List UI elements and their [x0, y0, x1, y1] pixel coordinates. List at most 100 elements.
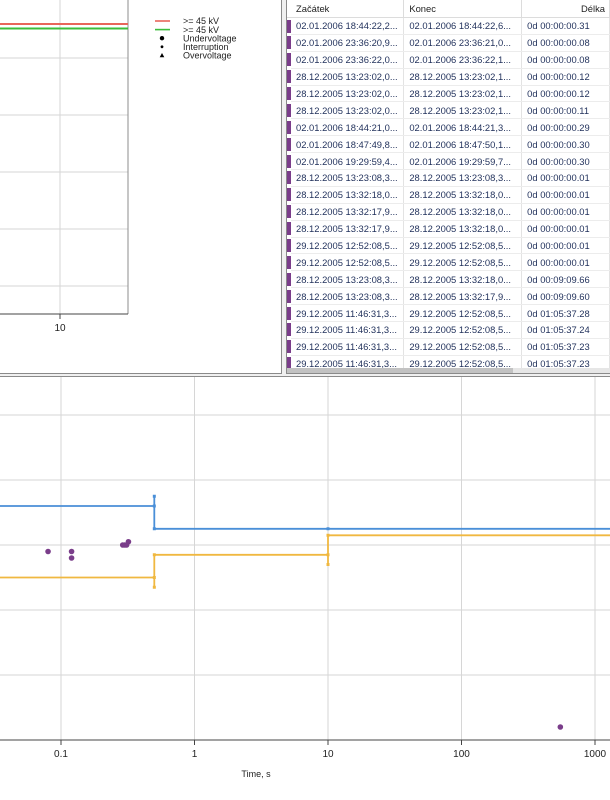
cell-start: 28.12.2005 13:32:18,0... — [291, 186, 405, 204]
scrollbar-thumb[interactable] — [287, 368, 514, 373]
events-table-header: Začátek Konec Délka — [287, 0, 610, 18]
table-row[interactable]: 28.12.2005 13:23:08,3... 28.12.2005 13:23… — [287, 169, 610, 187]
cell-start: 02.01.2006 18:47:49,8... — [291, 135, 405, 154]
cell-start: 28.12.2005 13:23:02,0... — [291, 85, 405, 103]
step-curve-1 — [0, 496, 610, 530]
legend-marker-circle — [159, 36, 165, 41]
cell-duration: 0d 00:09:09.66 — [521, 270, 610, 289]
cell-start: 29.12.2005 12:52:08,5... — [291, 237, 405, 255]
step-vertex-marker — [152, 504, 156, 508]
cell-end: 29.12.2005 12:52:08,5... — [403, 338, 523, 356]
table-row[interactable]: 02.01.2006 23:36:22,0... 02.01.2006 23:36… — [287, 51, 610, 69]
table-row[interactable]: 28.12.2005 13:23:02,0... 28.12.2005 13:23… — [287, 68, 610, 86]
table-row[interactable]: 02.01.2006 18:44:22,2... 02.01.2006 18:44… — [287, 17, 610, 35]
table-row[interactable]: 29.12.2005 11:46:31,3...29.12.2005 12:52… — [287, 304, 610, 323]
cell-end: 28.12.2005 13:23:08,3... — [403, 169, 523, 187]
table-row[interactable]: 29.12.2005 12:52:08,5... 29.12.2005 12:52… — [287, 237, 610, 255]
event-point — [557, 724, 564, 730]
cell-duration: 0d 00:00:00.01 — [521, 237, 610, 255]
legend-marker-dot — [160, 45, 164, 49]
cell-duration: 0d 00:00:00.29 — [521, 118, 610, 137]
cell-end: 02.01.2006 23:36:22,1... — [403, 51, 523, 69]
cell-start: 02.01.2006 23:36:20,9... — [291, 34, 405, 52]
table-row[interactable]: 28.12.2005 13:32:18,0... 28.12.2005 13:32… — [287, 186, 610, 204]
cell-start: 02.01.2006 19:29:59,4... — [291, 152, 405, 171]
table-row[interactable]: 28.12.2005 13:23:08,3... 28.12.2005 13:32… — [287, 270, 610, 289]
cell-duration: 0d 00:00:00.01 — [521, 169, 610, 187]
table-row[interactable]: 02.01.2006 23:36:20,9... 02.01.2006 23:36… — [287, 34, 610, 52]
table-row[interactable]: 28.12.2005 13:32:17,9... 28.12.2005 13:32… — [287, 203, 610, 221]
cell-duration: 0d 00:00:00.01 — [521, 186, 610, 204]
cell-duration: 0d 00:00:00.01 — [521, 220, 610, 238]
column-header-start[interactable]: Začátek — [291, 0, 405, 18]
cell-duration: 0d 00:00:00.01 — [521, 203, 610, 221]
cell-end: 28.12.2005 13:23:02,1... — [403, 101, 523, 120]
cell-start: 28.12.2005 13:32:17,9... — [291, 203, 405, 221]
cell-end: 28.12.2005 13:32:18,0... — [403, 220, 523, 238]
table-row[interactable]: 02.01.2006 19:29:59,4... 02.01.2006 19:29… — [287, 152, 610, 171]
column-header-end[interactable]: Konec — [403, 0, 523, 18]
cell-start: 29.12.2005 11:46:31,3... — [291, 304, 405, 323]
cell-end: 29.12.2005 12:52:08,5... — [403, 253, 523, 272]
cell-duration: 0d 00:09:09.60 — [521, 287, 610, 306]
cell-start: 28.12.2005 13:32:17,9... — [291, 220, 405, 238]
cell-end: 28.12.2005 13:23:02,1... — [403, 68, 523, 86]
cell-duration: 0d 00:00:00.08 — [521, 34, 610, 52]
table-row[interactable]: 28.12.2005 13:23:08,3... 28.12.2005 13:32… — [287, 287, 610, 306]
events-table: Začátek Konec Délka 02.01.2006 18:44:22,… — [287, 0, 610, 373]
cell-duration: 0d 01:05:37.28 — [521, 304, 610, 323]
cell-end: 28.12.2005 13:32:18,0... — [403, 186, 523, 204]
cell-start: 29.12.2005 11:46:31,3... — [291, 338, 405, 356]
cell-end: 02.01.2006 18:44:22,6... — [403, 17, 523, 35]
cell-duration: 0d 00:00:00.30 — [521, 152, 610, 171]
event-point — [68, 548, 75, 555]
column-header-duration[interactable]: Délka — [521, 0, 610, 18]
cell-end: 28.12.2005 13:32:17,9... — [403, 287, 523, 306]
step-vertex-marker — [326, 527, 330, 531]
event-point — [68, 555, 75, 561]
table-row[interactable]: 28.12.2005 13:23:02,0... 28.12.2005 13:23… — [287, 101, 610, 120]
cell-end: 28.12.2005 13:32:18,0... — [403, 203, 523, 221]
cell-end: 28.12.2005 13:32:18,0... — [403, 270, 523, 289]
cell-end: 02.01.2006 19:29:59,7... — [403, 152, 523, 171]
cell-duration: 0d 00:00:00.01 — [521, 253, 610, 272]
step-vertex-marker — [152, 494, 156, 498]
cell-start: 02.01.2006 23:36:22,0... — [291, 51, 405, 69]
table-row[interactable]: 29.12.2005 11:46:31,3...29.12.2005 12:52… — [287, 321, 610, 339]
cell-end: 28.12.2005 13:23:02,1... — [403, 85, 523, 103]
step-curve-2 — [0, 534, 610, 588]
cell-start: 29.12.2005 11:46:31,3... — [291, 321, 405, 339]
cell-duration: 0d 00:00:00.08 — [521, 51, 610, 69]
cell-duration: 0d 00:00:00.30 — [521, 135, 610, 154]
event-point — [125, 538, 132, 545]
table-row[interactable]: 02.01.2006 18:44:21,0... 02.01.2006 18:44… — [287, 118, 610, 137]
step-vertex-marker — [152, 585, 156, 589]
cell-end: 29.12.2005 12:52:08,5... — [403, 237, 523, 255]
cell-duration: 0d 00:00:00.31 — [521, 17, 610, 35]
voltage-threshold-chart: 10>= 45 kV>= 45 kVUndervoltageInterrupti… — [0, 0, 237, 334]
step-vertex-marker — [152, 576, 156, 579]
cell-duration: 0d 01:05:37.24 — [521, 321, 610, 339]
x-tick-label: 1000 — [584, 749, 607, 760]
cell-duration: 0d 00:00:00.12 — [521, 68, 610, 86]
voltage-threshold-chart-panel: 10 >= 45 kV >= 45 kV Undervoltage Interrupti… — [0, 0, 282, 374]
x-tick-label: 100 — [453, 749, 470, 760]
x-tick-label: 0.1 — [54, 749, 68, 760]
duration-chart-panel: 0.1 1 10 100 1000 Time, s — [0, 376, 610, 800]
table-row[interactable]: 29.12.2005 12:52:08,5... 29.12.2005 12:52… — [287, 253, 610, 272]
step-vertex-marker — [326, 533, 330, 537]
cell-start: 29.12.2005 12:52:08,5... — [291, 253, 405, 272]
table-horizontal-scrollbar[interactable] — [287, 368, 610, 373]
step-vertex-marker — [152, 527, 156, 531]
table-row[interactable]: 28.12.2005 13:32:17,9... 28.12.2005 13:32… — [287, 220, 610, 238]
cell-end: 29.12.2005 12:52:08,5... — [403, 321, 523, 339]
cell-end: 29.12.2005 12:52:08,5... — [403, 304, 523, 323]
step-vertex-marker — [326, 563, 330, 566]
cell-end: 02.01.2006 18:47:50,1... — [403, 135, 523, 154]
cell-start: 28.12.2005 13:23:02,0... — [291, 101, 405, 120]
event-point — [45, 548, 51, 555]
table-row[interactable]: 02.01.2006 18:47:49,8... 02.01.2006 18:47… — [287, 135, 610, 154]
table-row[interactable]: 28.12.2005 13:23:02,0... 28.12.2005 13:23… — [287, 85, 610, 103]
cell-duration: 0d 00:00:00.12 — [521, 85, 610, 103]
table-row[interactable]: 29.12.2005 11:46:31,3...29.12.2005 12:52… — [287, 338, 610, 356]
